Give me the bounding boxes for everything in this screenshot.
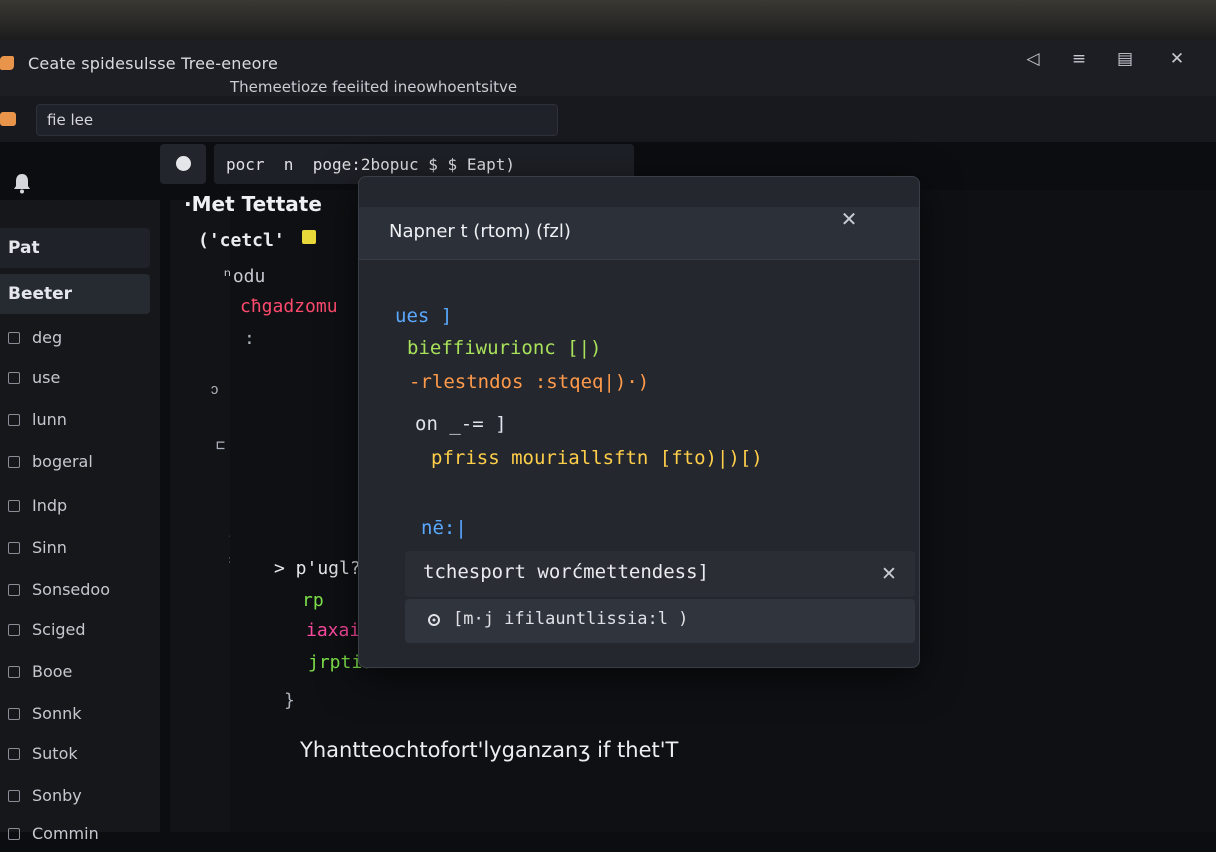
editor-heading: ·Met Tettate <box>184 192 322 216</box>
file-icon <box>8 666 20 678</box>
sidebar-section-label: Beeter <box>8 284 73 304</box>
dialog-footer[interactable]: [m·j ifilauntlissia:l ) <box>405 599 915 643</box>
close-icon[interactable]: ✕ <box>1166 48 1188 70</box>
dialog-code-line: bieffiwurionc [|) <box>407 337 602 359</box>
sidebar-item-label: Sonby <box>32 786 82 805</box>
file-icon <box>8 828 20 840</box>
sidebar-item[interactable]: Sonnk <box>0 698 150 732</box>
sidebar-item[interactable]: Sinn <box>0 532 150 566</box>
sidebar-item[interactable]: Indp <box>0 490 150 524</box>
sidebar-item[interactable]: Sonsedoo <box>0 574 150 608</box>
sidebar-item-label: Sinn <box>32 538 67 557</box>
sidebar-item[interactable]: bogeral <box>0 446 150 480</box>
hint-bar: tchesport worćmettendess] ✕ <box>405 551 915 597</box>
sidebar-item[interactable]: Booe <box>0 656 150 690</box>
dialog-code-line: ues ] <box>395 305 453 327</box>
dialog-code-line: on _-= ] <box>415 413 507 435</box>
close-icon[interactable]: ✕ <box>837 207 861 231</box>
code-line: } <box>284 690 295 711</box>
sidebar-section-beeter[interactable]: Beeter <box>0 274 150 314</box>
window-subtitle: Themeetioze feeiited ineowhoentsitve <box>230 78 518 96</box>
dialog-code-line: pfriss mouriallsftn [fto)|)[) <box>431 447 763 469</box>
toolbar: fie lee <box>0 96 1216 142</box>
line-gutter: ↄ ⊏ 1 ↄ ↄ ⌐ ⁱ <box>170 200 267 832</box>
record-icon <box>176 156 191 171</box>
sidebar-item[interactable]: Sutok <box>0 738 150 772</box>
file-icon <box>8 332 20 344</box>
gutter-mark: ↄ <box>210 380 220 398</box>
menu-icon[interactable]: ≡ <box>1068 48 1090 70</box>
status-text-value: Yhantteochtofort'lyganzanʒ if thet'T <box>300 738 679 762</box>
dialog-header: Napner t (rtom) (fzl) <box>359 207 919 260</box>
status-text: Yhantteochtofort'lyganzanʒ if thet'T <box>300 738 678 762</box>
code-line: > p'ugl? <box>274 558 361 579</box>
file-icon <box>8 748 20 760</box>
sidebar-item-label: Booe <box>32 662 73 681</box>
record-button[interactable] <box>160 144 206 184</box>
title-bar: Ceate spidesulsse Tree-eneore Themeetioz… <box>0 40 1216 97</box>
file-icon <box>8 624 20 636</box>
code-line: ('cetcl' <box>198 230 285 251</box>
file-icon <box>8 414 20 426</box>
code-line: rp <box>302 590 324 611</box>
sidebar-item[interactable]: Sonby <box>0 780 150 814</box>
breakpoint-marker[interactable] <box>302 230 316 244</box>
sidebar-item[interactable]: Sciged <box>0 614 150 648</box>
file-icon <box>8 790 20 802</box>
file-icon <box>8 542 20 554</box>
file-icon <box>8 500 20 512</box>
sidebar-item-label: Sonnk <box>32 704 82 723</box>
code-line: cħgadzomu <box>240 296 338 317</box>
file-icon <box>8 708 20 720</box>
sidebar-item-label: bogeral <box>32 452 93 471</box>
sidebar-header-pat[interactable]: Pat <box>0 228 150 268</box>
sidebar-item-label: Sonsedoo <box>32 580 110 599</box>
file-icon <box>8 584 20 596</box>
path-box[interactable]: fie lee <box>36 104 558 136</box>
sidebar-item-label: use <box>32 368 61 387</box>
gutter-mark: ⊏ <box>216 436 226 454</box>
file-icon <box>8 372 20 384</box>
sidebar-item[interactable]: deg <box>0 322 150 356</box>
sidebar-item[interactable]: use <box>0 362 150 396</box>
window-title: Ceate spidesulsse Tree-eneore <box>28 54 279 73</box>
sidebar-item-label: Indp <box>32 496 68 515</box>
sidebar-item[interactable]: lunn <box>0 404 150 438</box>
book-icon[interactable]: ▤ <box>1114 48 1136 70</box>
sidebar-header-label: Pat <box>8 238 40 258</box>
back-icon[interactable]: ◁ <box>1022 48 1044 70</box>
dialog-title: Napner t (rtom) (fzl) <box>389 221 571 242</box>
dialog-footer-text: [m·j ifilauntlissia:l ) <box>453 609 689 629</box>
sidebar-item-label: Sutok <box>32 744 78 763</box>
dialog-code-line: -rlestndos :stqeq|)·) <box>409 371 650 393</box>
code-line: : <box>244 328 255 349</box>
sidebar-item[interactable]: Commin <box>0 818 150 852</box>
path-prefix: fie lee <box>47 111 94 129</box>
file-icon <box>8 456 20 468</box>
dialog-code-line: nē:| <box>421 517 467 539</box>
bell-icon[interactable] <box>12 172 32 194</box>
sidebar-item-label: Sciged <box>32 620 86 639</box>
sidebar-item-label: lunn <box>32 410 67 429</box>
code-line: ⁿodu <box>222 266 266 287</box>
link-icon <box>428 614 440 626</box>
sidebar-item-label: deg <box>32 328 63 347</box>
app-logo-icon <box>0 56 14 70</box>
monitor-bezel <box>0 0 1216 40</box>
close-icon[interactable]: ✕ <box>877 562 901 586</box>
sidebar-item-label: Commin <box>32 824 99 843</box>
sidebar: Pat Beeter deg use lunn bogeral Indp Sin… <box>0 200 160 843</box>
popup-dialog: Napner t (rtom) (fzl) ✕ ues ] bieffiwuri… <box>358 176 920 668</box>
dialog-code-line: tchesport worćmettendess] <box>423 561 709 583</box>
folder-icon <box>0 112 16 126</box>
